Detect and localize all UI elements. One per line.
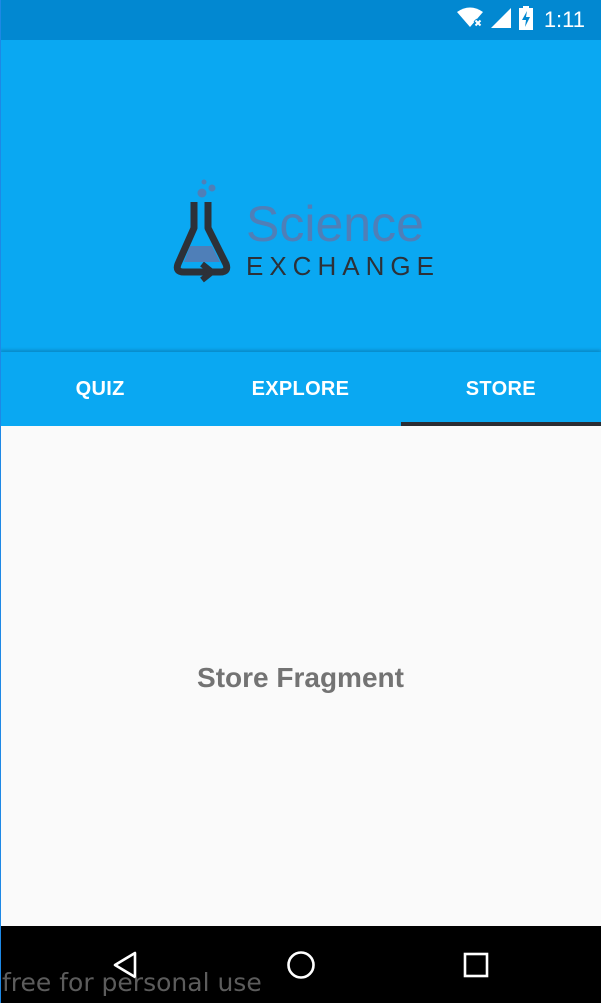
- tab-explore[interactable]: EXPLORE: [200, 352, 400, 426]
- battery-charging-icon: [518, 5, 534, 35]
- logo-text-science: Science: [246, 196, 424, 252]
- status-icons: 1:11: [450, 5, 585, 35]
- flask-icon: [173, 179, 231, 283]
- cellular-signal-icon: [490, 7, 512, 34]
- status-time: 1:11: [543, 7, 585, 32]
- store-fragment-content: Store Fragment: [0, 426, 601, 926]
- tab-bar: QUIZ EXPLORE STORE: [0, 352, 601, 426]
- tab-store[interactable]: STORE: [400, 352, 601, 426]
- wifi-icon: [456, 7, 484, 34]
- screen-edge: [0, 0, 1, 1003]
- tab-quiz[interactable]: QUIZ: [0, 352, 200, 426]
- logo-text-exchange: EXCHANGE: [246, 251, 440, 281]
- watermark-text: free for personal use: [2, 968, 262, 997]
- home-icon[interactable]: [286, 950, 316, 980]
- recents-icon[interactable]: [461, 950, 491, 980]
- science-exchange-logo: Science EXCHANGE: [172, 176, 434, 286]
- app-header: Science EXCHANGE: [0, 40, 601, 352]
- fragment-label: Store Fragment: [197, 662, 404, 693]
- status-bar: 1:11: [0, 0, 601, 40]
